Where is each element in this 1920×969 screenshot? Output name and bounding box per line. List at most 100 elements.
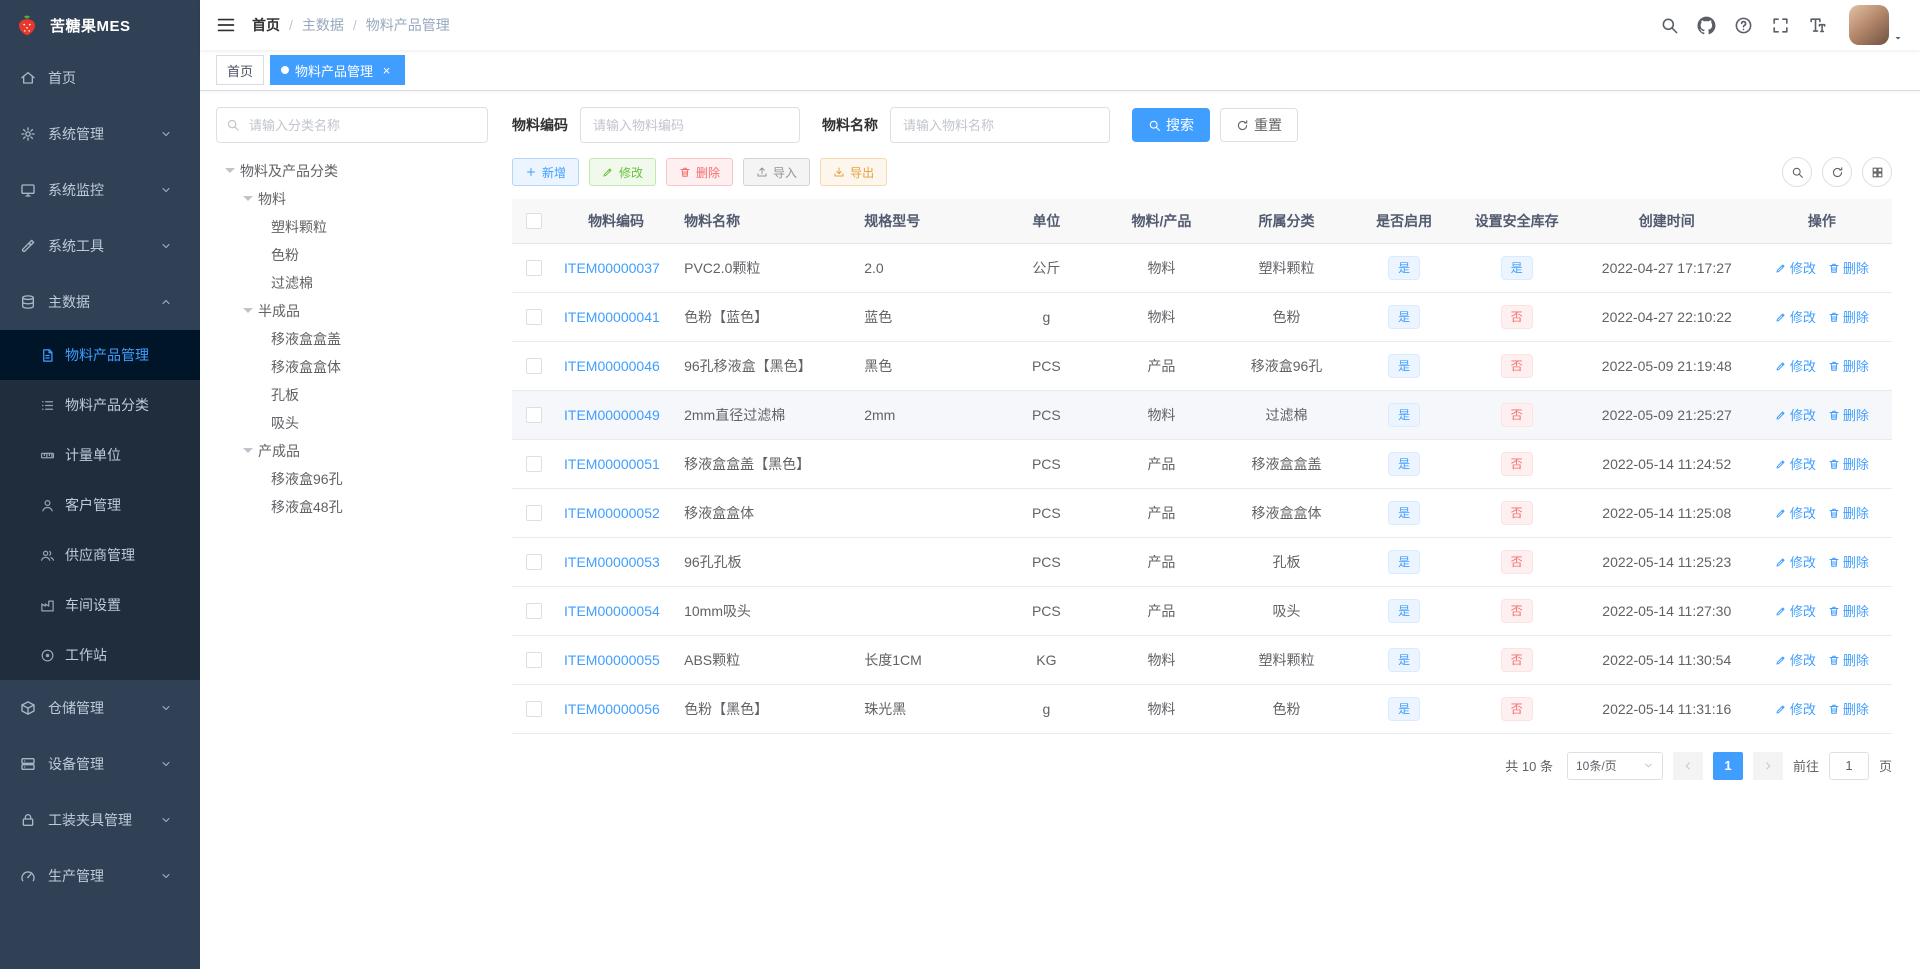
- material-code-link[interactable]: ITEM00000053: [564, 554, 660, 570]
- row-edit-button[interactable]: 修改: [1775, 405, 1816, 424]
- caret-icon[interactable]: [243, 307, 253, 318]
- material-code-link[interactable]: ITEM00000037: [564, 260, 660, 276]
- breadcrumb-item[interactable]: 主数据: [302, 15, 344, 35]
- row-edit-button[interactable]: 修改: [1775, 699, 1816, 718]
- tree-node[interactable]: 半成品: [216, 297, 488, 325]
- row-checkbox[interactable]: [526, 505, 543, 522]
- edit-button[interactable]: 修改: [589, 158, 657, 186]
- hamburger-icon[interactable]: [216, 15, 236, 35]
- tree-node[interactable]: 物料: [216, 185, 488, 213]
- sidebar-logo[interactable]: 苦糖果MES: [0, 0, 200, 50]
- close-icon[interactable]: ×: [379, 63, 394, 78]
- tree-node[interactable]: 移液盒48孔: [216, 493, 488, 521]
- reset-button[interactable]: 重置: [1220, 108, 1298, 142]
- sidebar-item-system-monitor[interactable]: 系统监控: [0, 162, 200, 218]
- material-code-link[interactable]: ITEM00000055: [564, 652, 660, 668]
- sidebar-item-workstation[interactable]: 工作站: [0, 630, 200, 680]
- row-checkbox[interactable]: [526, 554, 543, 571]
- row-edit-button[interactable]: 修改: [1775, 552, 1816, 571]
- prev-page-button[interactable]: [1672, 751, 1703, 780]
- row-edit-button[interactable]: 修改: [1775, 258, 1816, 277]
- caret-icon[interactable]: [225, 167, 235, 178]
- material-code-link[interactable]: ITEM00000054: [564, 603, 660, 619]
- row-checkbox[interactable]: [526, 260, 543, 277]
- breadcrumb-item[interactable]: 首页: [252, 15, 280, 35]
- row-delete-button[interactable]: 删除: [1828, 454, 1869, 473]
- sidebar-item-supplier-mgmt[interactable]: 供应商管理: [0, 530, 200, 580]
- tree-node[interactable]: 孔板: [216, 381, 488, 409]
- row-delete-button[interactable]: 删除: [1828, 503, 1869, 522]
- next-page-button[interactable]: [1752, 751, 1783, 780]
- caret-icon[interactable]: [243, 195, 253, 206]
- material-code-link[interactable]: ITEM00000056: [564, 701, 660, 717]
- select-all-checkbox[interactable]: [526, 213, 543, 230]
- sidebar-item-system-admin[interactable]: 系统管理: [0, 106, 200, 162]
- tree-node[interactable]: 移液盒盒盖: [216, 325, 488, 353]
- sidebar-item-system-tools[interactable]: 系统工具: [0, 218, 200, 274]
- row-checkbox[interactable]: [526, 456, 543, 473]
- navbar-github-button[interactable]: [1697, 16, 1716, 35]
- sidebar-item-workshop-settings[interactable]: 车间设置: [0, 580, 200, 630]
- row-delete-button[interactable]: 删除: [1828, 356, 1869, 375]
- search-button[interactable]: 搜索: [1132, 108, 1210, 142]
- navbar-search-button[interactable]: [1660, 16, 1679, 35]
- tree-node[interactable]: 移液盒96孔: [216, 465, 488, 493]
- material-code-link[interactable]: ITEM00000052: [564, 505, 660, 521]
- row-edit-button[interactable]: 修改: [1775, 356, 1816, 375]
- navbar-fullscreen-button[interactable]: [1771, 16, 1790, 35]
- row-checkbox[interactable]: [526, 603, 543, 620]
- row-delete-button[interactable]: 删除: [1828, 405, 1869, 424]
- row-delete-button[interactable]: 删除: [1828, 650, 1869, 669]
- material-name-input[interactable]: [890, 107, 1110, 143]
- material-code-link[interactable]: ITEM00000046: [564, 358, 660, 374]
- row-delete-button[interactable]: 删除: [1828, 307, 1869, 326]
- tree-node[interactable]: 过滤棉: [216, 269, 488, 297]
- sidebar-item-material-product-mgmt[interactable]: 物料产品管理: [0, 330, 200, 380]
- material-code-link[interactable]: ITEM00000049: [564, 407, 660, 423]
- material-code-link[interactable]: ITEM00000041: [564, 309, 660, 325]
- tab-home[interactable]: 首页: [216, 55, 265, 85]
- export-button[interactable]: 导出: [820, 158, 888, 186]
- sidebar-item-production-mgmt[interactable]: 生产管理: [0, 848, 200, 904]
- import-button[interactable]: 导入: [743, 158, 811, 186]
- tree-node[interactable]: 移液盒盒体: [216, 353, 488, 381]
- add-button[interactable]: 新增: [512, 158, 580, 186]
- row-edit-button[interactable]: 修改: [1775, 503, 1816, 522]
- tree-node[interactable]: 吸头: [216, 409, 488, 437]
- caret-icon[interactable]: [243, 447, 253, 458]
- row-checkbox[interactable]: [526, 701, 543, 718]
- columns-button[interactable]: [1862, 157, 1892, 187]
- delete-button[interactable]: 删除: [666, 158, 734, 186]
- navbar-question-button[interactable]: [1734, 16, 1753, 35]
- category-search-input[interactable]: [216, 107, 488, 143]
- page-1-button[interactable]: 1: [1712, 751, 1743, 780]
- user-menu[interactable]: [1849, 5, 1904, 45]
- row-delete-button[interactable]: 删除: [1828, 601, 1869, 620]
- row-delete-button[interactable]: 删除: [1828, 699, 1869, 718]
- row-edit-button[interactable]: 修改: [1775, 454, 1816, 473]
- tree-node[interactable]: 产成品: [216, 437, 488, 465]
- tree-node[interactable]: 塑料颗粒: [216, 213, 488, 241]
- row-checkbox[interactable]: [526, 309, 543, 326]
- navbar-font-size-button[interactable]: [1808, 16, 1827, 35]
- page-size-select[interactable]: 10条/页: [1566, 751, 1663, 780]
- row-checkbox[interactable]: [526, 358, 543, 375]
- row-delete-button[interactable]: 删除: [1828, 552, 1869, 571]
- row-delete-button[interactable]: 删除: [1828, 258, 1869, 277]
- tab-material-product-mgmt[interactable]: 物料产品管理 ×: [270, 55, 406, 85]
- row-checkbox[interactable]: [526, 407, 543, 424]
- sidebar-item-master-data[interactable]: 主数据: [0, 274, 200, 330]
- row-checkbox[interactable]: [526, 652, 543, 669]
- material-code-link[interactable]: ITEM00000051: [564, 456, 660, 472]
- row-edit-button[interactable]: 修改: [1775, 601, 1816, 620]
- goto-page-input[interactable]: [1828, 751, 1869, 780]
- refresh-button[interactable]: [1822, 157, 1852, 187]
- sidebar-item-warehouse-mgmt[interactable]: 仓储管理: [0, 680, 200, 736]
- sidebar-item-equipment-mgmt[interactable]: 设备管理: [0, 736, 200, 792]
- sidebar-item-customer-mgmt[interactable]: 客户管理: [0, 480, 200, 530]
- row-edit-button[interactable]: 修改: [1775, 650, 1816, 669]
- tree-node[interactable]: 色粉: [216, 241, 488, 269]
- material-code-input[interactable]: [580, 107, 800, 143]
- show-search-button[interactable]: [1782, 157, 1812, 187]
- sidebar-item-fixture-mgmt[interactable]: 工装夹具管理: [0, 792, 200, 848]
